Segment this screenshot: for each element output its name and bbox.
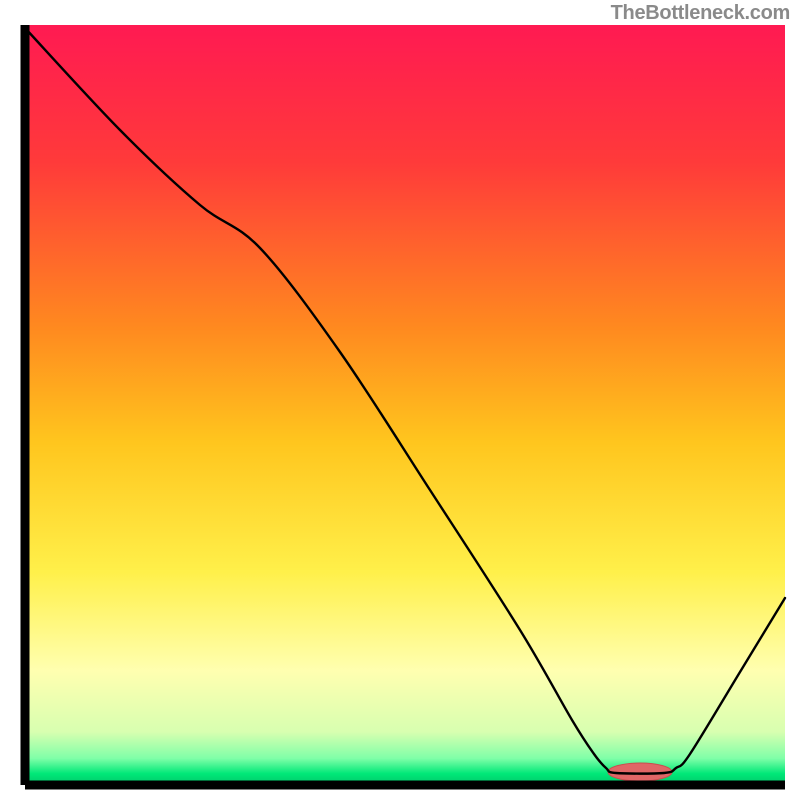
chart-container: { "watermark": "TheBottleneck.com", "cha… — [0, 0, 800, 800]
bottleneck-chart — [0, 0, 800, 800]
watermark: TheBottleneck.com — [611, 2, 790, 25]
gradient-background — [25, 25, 785, 785]
